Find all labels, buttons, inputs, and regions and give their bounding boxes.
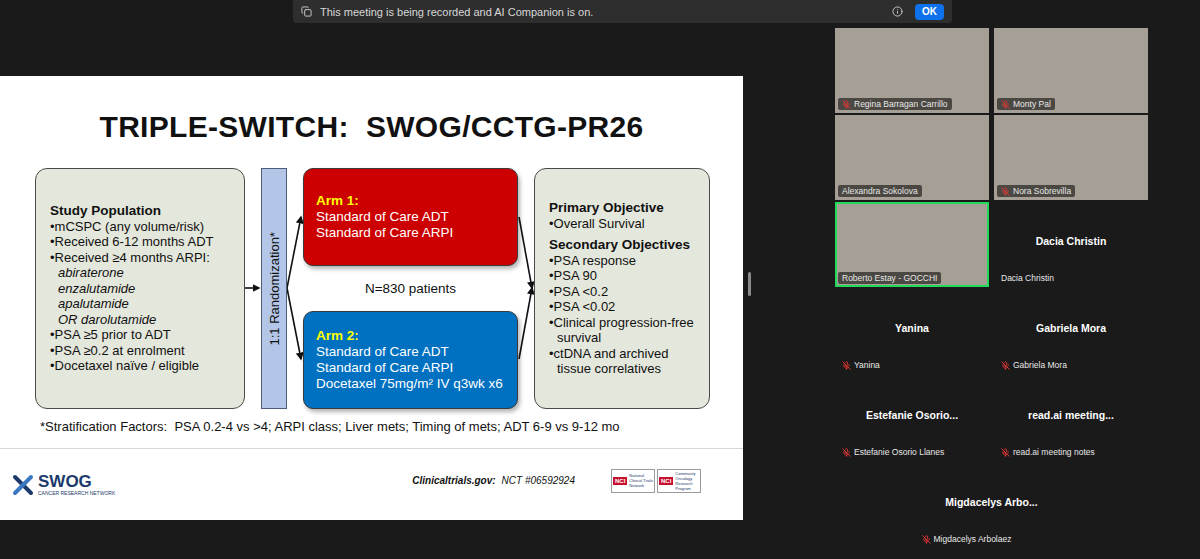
slide-footer: SWOGCANCER RESEARCH NETWORK Clinicaltrial… [0,448,743,520]
objective-item: •PSA 90 [549,268,697,284]
objective-item: •ctDNA and archived tissue correlatives [549,346,697,377]
muted-mic-icon [1001,448,1010,457]
zoom-window: This meeting is being recorded and AI Co… [0,0,1200,559]
splitter [745,28,835,559]
arms: Arm 1:Standard of Care ADTStandard of Ca… [303,168,518,409]
muted-mic-icon [922,535,931,544]
participant-label: Alexandra Sokolova [838,185,922,197]
arm-box: Arm 2:Standard of Care ADTStandard of Ca… [303,311,518,409]
slide: TRIPLE-SWITCH: SWOG/CCTG-PR26 Study Popul… [0,76,743,520]
participant-tile[interactable]: Estefanie Osorio... Estefanie Osorio Llan… [835,376,989,461]
resize-handle[interactable] [748,272,751,296]
participant-tile[interactable]: Dacia Christin Dacia Christin [994,202,1148,287]
participant-label: Dacia Christin [997,272,1058,284]
participant-label: Monty Pal [997,98,1055,110]
participant-name: Dacia Christin [1036,235,1107,247]
muted-mic-icon [1001,187,1010,196]
population-item: •Received 6-12 months ADT [50,234,232,250]
nci-badges: NCINational Clinical Trials NetworkNCICo… [611,469,701,493]
population-item: abiraterone [50,265,232,281]
copy-icon [301,6,312,17]
participant-label: Regina Barragan Carrillo [838,98,952,110]
info-icon[interactable] [892,6,903,17]
objective-item: •Clinical progression-free survival [549,315,697,346]
population-item: •Received ≥4 months ARPI: [50,250,232,266]
participant-tile[interactable]: Roberto Estay - GOCCHI [835,202,989,287]
participant-tile[interactable]: Migdacelys Arbo... Migdacelys Arbolaez [915,463,1069,548]
participant-name: Migdacelys Arbo... [945,496,1037,508]
participant-label: Yanina [838,359,884,371]
randomization-bar: 1:1 Randomization* [261,168,287,409]
participant-tile[interactable]: Regina Barragan Carrillo [835,28,989,113]
registry-id: Clinicaltrials.gov:NCT #06592924 [412,475,575,486]
participant-label: Gabriela Mora [997,359,1071,371]
muted-mic-icon [1001,100,1010,109]
participant-name: Yanina [895,322,929,334]
population-box: Study Population•mCSPC (any volume/risk)… [35,168,245,409]
recording-notice: This meeting is being recorded and AI Co… [293,0,952,23]
objective-item: •PSA <0.2 [549,284,697,300]
participant-tile[interactable]: read.ai meeting... read.ai meeting notes [994,376,1148,461]
participant-tile[interactable]: Alexandra Sokolova [835,115,989,200]
population-item: •mCSPC (any volume/risk) [50,219,232,235]
muted-mic-icon [842,448,851,457]
meeting-main: TRIPLE-SWITCH: SWOG/CCTG-PR26 Study Popul… [0,28,1200,559]
nci-badge: NCINational Clinical Trials Network [611,469,655,493]
participant-tile[interactable]: Yanina Yanina [835,289,989,374]
participant-name: read.ai meeting... [1028,409,1114,421]
participant-name: Estefanie Osorio... [866,409,958,421]
ok-button[interactable]: OK [915,4,944,20]
top-bar: This meeting is being recorded and AI Co… [0,0,1200,28]
shared-screen: TRIPLE-SWITCH: SWOG/CCTG-PR26 Study Popul… [0,28,745,559]
arrow-icon [245,168,261,409]
participant-label: Migdacelys Arbolaez [918,533,1016,545]
participant-tile[interactable]: Nora Sobrevilla [994,115,1148,200]
population-item: •PSA ≥0.2 at enrolment [50,343,232,359]
objective-heading: Secondary Objectives [549,237,697,253]
participant-tile[interactable]: Gabriela Mora Gabriela Mora [994,289,1148,374]
participant-gallery: Regina Barragan Carrillo Monty Pal Alexand… [835,28,1148,559]
participant-name: Gabriela Mora [1036,322,1106,334]
swog-logo: SWOGCANCER RESEARCH NETWORK [12,473,115,496]
notice-text: This meeting is being recorded and AI Co… [320,6,884,18]
population-item: OR darolutamide [50,312,232,328]
arm-box: Arm 1:Standard of Care ADTStandard of Ca… [303,168,518,266]
swog-x-icon [12,474,34,496]
muted-mic-icon [842,361,851,370]
muted-mic-icon [1001,361,1010,370]
nci-badge: NCICommunity Oncology Research Program [657,469,701,493]
participant-label: Nora Sobrevilla [997,185,1075,197]
slide-title: TRIPLE-SWITCH: SWOG/CCTG-PR26 [0,110,743,144]
arrow-icon [518,168,534,409]
population-item: apalutamide [50,296,232,312]
muted-mic-icon [842,100,851,109]
arrow-icon [287,168,303,409]
objective-item: •PSA response [549,253,697,269]
objective-item: •PSA <0.02 [549,299,697,315]
participant-label: read.ai meeting notes [997,446,1099,458]
population-item: enzalutamide [50,281,232,297]
participant-tile[interactable]: Monty Pal [994,28,1148,113]
participant-label: Estefanie Osorio Llanes [838,446,948,458]
patient-count: N=830 patients [303,281,518,296]
participant-label: Roberto Estay - GOCCHI [838,272,941,284]
population-item: •Docetaxel naïve / eligible [50,358,232,374]
stratification-note: *Stratification Factors: PSA 0.2-4 vs >4… [40,419,743,434]
population-heading: Study Population [50,203,232,219]
population-item: •PSA ≥5 prior to ADT [50,327,232,343]
objectives-box: Primary Objective•Overall Survival Second… [534,168,710,409]
objective-item: •Overall Survival [549,216,697,232]
trial-diagram: Study Population•mCSPC (any volume/risk)… [0,168,743,409]
objective-heading: Primary Objective [549,200,697,216]
